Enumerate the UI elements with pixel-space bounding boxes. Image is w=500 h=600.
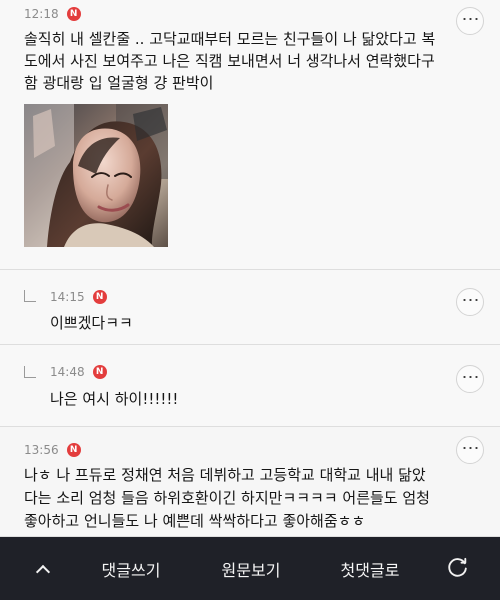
reply-comment-item: 14:15 N ⋯ 이쁘겠다ㅋㅋ bbox=[0, 270, 500, 345]
refresh-button[interactable] bbox=[437, 537, 477, 600]
scroll-top-button[interactable] bbox=[20, 537, 65, 600]
new-badge-icon: N bbox=[92, 365, 107, 379]
portrait-photo-image bbox=[24, 104, 168, 247]
view-original-button[interactable]: 원문보기 bbox=[211, 537, 291, 600]
comment-meta: 14:15 N bbox=[50, 288, 107, 306]
comment-text: 나ㅎ 나 프듀로 정채연 처음 데뷔하고 고등학교 대학교 내내 닮았 다는 소… bbox=[24, 466, 430, 530]
more-options-icon: ⋯ bbox=[461, 290, 480, 310]
more-options-button[interactable]: ⋯ bbox=[456, 436, 484, 464]
comment-item: 12:18 N ⋯ 솔직히 내 셀칸줄 .. 고닥교때부터 모르는 친구들이 나… bbox=[0, 0, 500, 270]
comment-text: 나은 여시 하이!!!!!! bbox=[50, 390, 179, 408]
write-comment-button[interactable]: 댓글쓰기 bbox=[91, 537, 171, 600]
comment-time: 14:48 bbox=[50, 365, 85, 379]
more-options-button[interactable]: ⋯ bbox=[456, 288, 484, 316]
new-badge-icon: N bbox=[66, 443, 81, 457]
comment-meta: 13:56 N bbox=[24, 441, 81, 459]
reply-arrow-icon bbox=[24, 290, 36, 302]
refresh-icon bbox=[447, 557, 467, 577]
comment-meta: 12:18 N bbox=[24, 5, 81, 23]
comment-time: 12:18 bbox=[24, 7, 59, 21]
comment-thread-page: 12:18 N ⋯ 솔직히 내 셀칸줄 .. 고닥교때부터 모르는 친구들이 나… bbox=[0, 0, 500, 600]
new-badge-icon: N bbox=[92, 290, 107, 304]
first-comment-button[interactable]: 첫댓글로 bbox=[330, 537, 410, 600]
reply-arrow-icon bbox=[24, 366, 36, 378]
comment-meta: 14:48 N bbox=[50, 363, 107, 381]
new-badge-icon: N bbox=[66, 7, 81, 21]
reply-comment-item: 14:48 N ⋯ 나은 여시 하이!!!!!! bbox=[0, 345, 500, 427]
comment-text: 솔직히 내 셀칸줄 .. 고닥교때부터 모르는 친구들이 나 닮았다고 복 도에… bbox=[24, 30, 436, 92]
comment-time: 13:56 bbox=[24, 443, 59, 457]
chevron-up-icon bbox=[35, 564, 50, 579]
more-options-icon: ⋯ bbox=[461, 367, 480, 387]
comment-item: 13:56 N ⋯ 나ㅎ 나 프듀로 정채연 처음 데뷔하고 고등학교 대학교 … bbox=[0, 427, 500, 537]
comment-time: 14:15 bbox=[50, 290, 85, 304]
bottom-navigation-bar: 댓글쓰기 원문보기 첫댓글로 bbox=[0, 537, 500, 600]
comment-photo[interactable] bbox=[24, 104, 168, 247]
more-options-icon: ⋯ bbox=[461, 438, 480, 458]
more-options-icon: ⋯ bbox=[461, 9, 480, 29]
more-options-button[interactable]: ⋯ bbox=[456, 365, 484, 393]
comment-text: 이쁘겠다ㅋㅋ bbox=[50, 314, 133, 332]
